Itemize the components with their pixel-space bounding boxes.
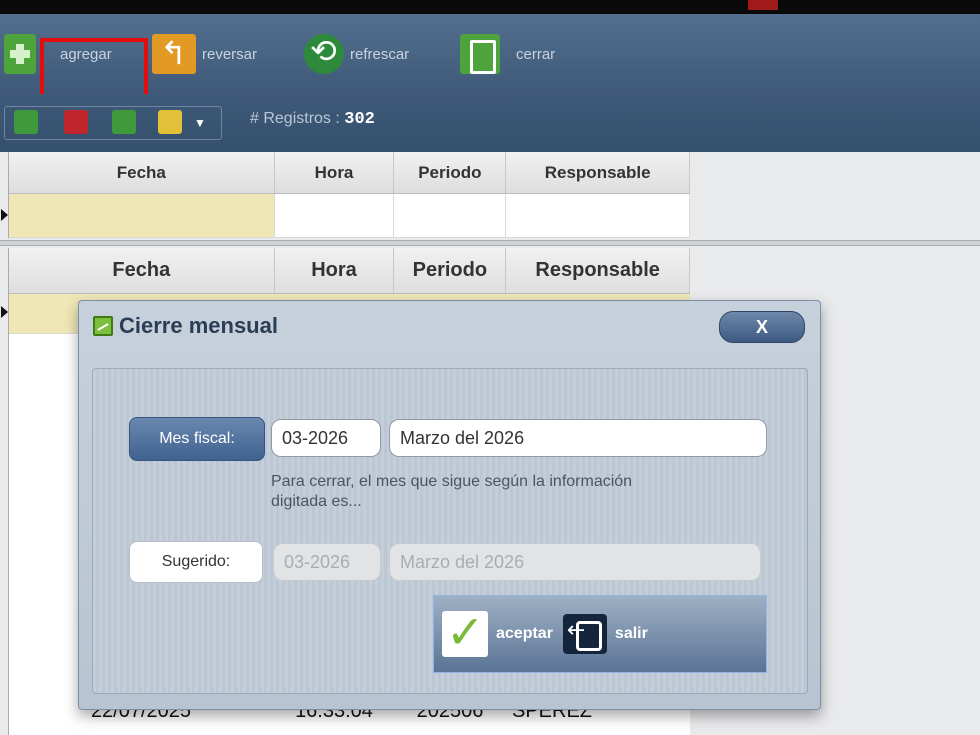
column-header-responsable[interactable]: Responsable bbox=[506, 152, 691, 193]
table-cell bbox=[506, 194, 691, 237]
grid-splitter[interactable] bbox=[0, 240, 980, 246]
record-count-label: # Registros : bbox=[250, 110, 340, 127]
table-row[interactable] bbox=[9, 194, 691, 238]
refresh-label: refrescar bbox=[350, 45, 410, 63]
reverse-label: reversar bbox=[202, 45, 258, 63]
top-grid: Fecha Hora Periodo Responsable bbox=[1, 152, 691, 238]
fiscal-month-button[interactable]: Mes fiscal: bbox=[129, 417, 265, 461]
column-header-periodo[interactable]: Periodo bbox=[394, 248, 507, 293]
table-cell bbox=[9, 194, 275, 237]
refresh-icon bbox=[304, 32, 344, 74]
table-cell bbox=[394, 194, 507, 237]
dialog-title-text: Cierre mensual bbox=[119, 313, 278, 338]
column-header-hora[interactable]: Hora bbox=[275, 248, 395, 293]
monthly-close-dialog: Cierre mensual X Mes fiscal: 03-2026 Mar… bbox=[78, 300, 821, 710]
column-header-fecha[interactable]: Fecha bbox=[9, 152, 275, 193]
secondary-toolbar: ▼ # Registros : 302 bbox=[0, 94, 980, 152]
filter-icon[interactable] bbox=[14, 110, 38, 134]
fiscal-month-name-field[interactable]: Marzo del 2026 bbox=[389, 419, 767, 457]
top-red-mark bbox=[748, 0, 778, 10]
exit-button[interactable]: salir bbox=[615, 625, 648, 643]
main-grid-header: Fecha Hora Periodo Responsable bbox=[9, 248, 691, 294]
fiscal-month-code-field[interactable]: 03-2026 bbox=[271, 419, 381, 457]
column-header-hora[interactable]: Hora bbox=[275, 152, 395, 193]
close-month-label: cerrar bbox=[516, 45, 556, 63]
accept-button[interactable]: aceptar bbox=[496, 625, 553, 643]
chevron-down-icon[interactable]: ▼ bbox=[194, 116, 208, 130]
reverse-button[interactable]: reversar bbox=[152, 34, 257, 74]
close-month-button[interactable]: cerrar bbox=[460, 34, 555, 74]
record-count-value: 302 bbox=[344, 110, 375, 129]
suggested-button[interactable]: Sugerido: bbox=[129, 541, 263, 583]
row-pointer-icon bbox=[1, 209, 8, 221]
dialog-body: Mes fiscal: 03-2026 Marzo del 2026 Para … bbox=[92, 368, 808, 694]
column-header-periodo[interactable]: Periodo bbox=[394, 152, 507, 193]
plus-icon bbox=[4, 34, 36, 74]
row-pointer-icon bbox=[1, 306, 8, 318]
dialog-title: Cierre mensual bbox=[93, 313, 278, 339]
top-strip bbox=[0, 0, 980, 14]
column-header-fecha[interactable]: Fecha bbox=[9, 248, 275, 293]
document-icon bbox=[460, 34, 500, 74]
top-grid-header: Fecha Hora Periodo Responsable bbox=[9, 152, 691, 194]
table-cell bbox=[275, 194, 395, 237]
undo-icon bbox=[152, 34, 196, 74]
dialog-actions: aceptar salir bbox=[433, 595, 767, 673]
checkmark-icon[interactable] bbox=[442, 605, 488, 659]
exit-icon[interactable] bbox=[562, 614, 607, 654]
export-icon[interactable] bbox=[112, 110, 136, 134]
power-icon[interactable] bbox=[64, 110, 88, 134]
suggested-name-field: Marzo del 2026 bbox=[389, 543, 761, 581]
chart-icon bbox=[93, 316, 113, 336]
refresh-button[interactable]: refrescar bbox=[304, 32, 410, 74]
column-header-responsable[interactable]: Responsable bbox=[506, 248, 691, 293]
dialog-hint-text: Para cerrar, el mes que sigue según la i… bbox=[271, 473, 633, 510]
sun-icon[interactable] bbox=[158, 110, 182, 134]
close-button[interactable]: X bbox=[719, 311, 805, 343]
toolbar: agregar reversar refrescar cerrar bbox=[0, 14, 980, 110]
record-count: # Registros : 302 bbox=[250, 110, 375, 129]
suggested-code-field: 03-2026 bbox=[273, 543, 381, 581]
